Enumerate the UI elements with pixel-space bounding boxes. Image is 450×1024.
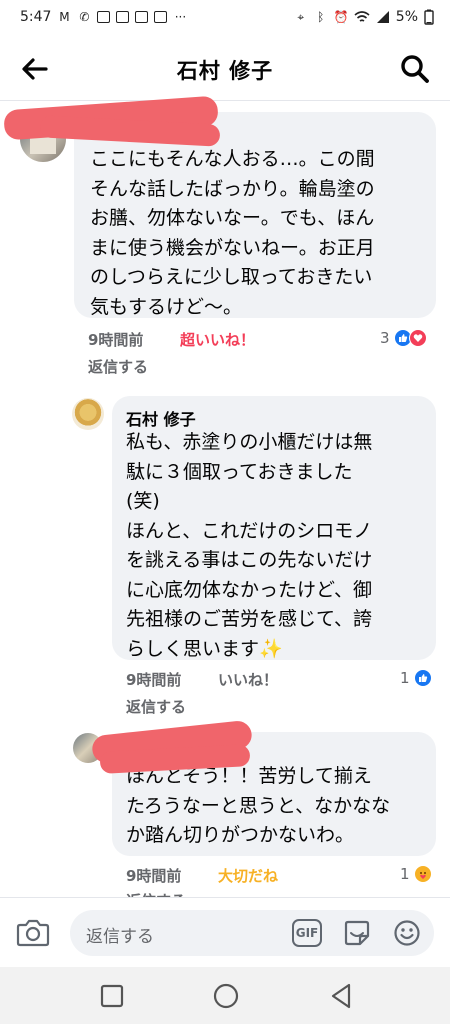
comment-text: ここにもそんな人おる…。この間 そんな話したばっかり。輪島塗の お膳、勿体ないな… bbox=[90, 148, 375, 318]
battery-icon bbox=[424, 9, 434, 25]
reaction-summary-2[interactable]: 1 bbox=[400, 669, 432, 687]
emoji-icon[interactable] bbox=[392, 918, 422, 948]
care-reaction-button[interactable]: 大切だね bbox=[218, 865, 278, 886]
page-title: 石村 修子 bbox=[176, 59, 274, 83]
missed-call-icon: ✆ bbox=[79, 10, 90, 24]
more-notifications-icon: ··· bbox=[174, 10, 187, 24]
author-avatar[interactable] bbox=[72, 398, 104, 430]
search-icon[interactable] bbox=[398, 52, 432, 86]
alarm-icon: ⏰ bbox=[333, 10, 349, 24]
status-bar: 5:47 M ✆ ··· ⌖ ᛒ ⏰ 5% bbox=[0, 0, 450, 34]
love-icon bbox=[408, 329, 427, 347]
gif-icon[interactable]: GIF bbox=[292, 919, 322, 947]
system-nav-bar bbox=[0, 967, 450, 1024]
care-icon bbox=[413, 865, 432, 883]
reply-link[interactable]: 返信する bbox=[88, 356, 148, 377]
reaction-count-2: 1 bbox=[400, 669, 410, 687]
wifi-icon bbox=[354, 11, 370, 22]
reply-link-3[interactable]: 返信する bbox=[126, 890, 186, 897]
header-divider bbox=[0, 100, 450, 101]
gmail-icon: M bbox=[59, 10, 70, 24]
shield-icon bbox=[97, 11, 111, 23]
sticker-icon[interactable] bbox=[342, 918, 372, 948]
reaction-summary-3[interactable]: 1 bbox=[400, 865, 432, 883]
reaction-summary[interactable]: 3 bbox=[380, 329, 427, 347]
reply-input-placeholder: 返信する bbox=[86, 927, 154, 947]
reaction-button[interactable]: 超いいね！ bbox=[180, 329, 255, 350]
like-icon-2 bbox=[413, 669, 432, 687]
app-header: 石村 修子 bbox=[0, 40, 450, 98]
reply-bubble: 石村 修子 私も、赤塗りの小櫃だけは無 駄に３個取っておきました (笑) ほんと… bbox=[112, 396, 436, 660]
camera-icon[interactable] bbox=[16, 917, 50, 947]
bluetooth-icon: ᛒ bbox=[317, 10, 325, 24]
notification-icon bbox=[154, 11, 168, 23]
reply-timestamp-2: 9時間前 bbox=[126, 867, 182, 885]
back-nav-icon[interactable] bbox=[326, 981, 356, 1011]
battery-percent: 5% bbox=[395, 9, 418, 25]
location-icon: ⌖ bbox=[297, 10, 305, 24]
comment-bubble: ここにもそんな人おる…。この間 そんな話したばっかり。輪島塗の お膳、勿体ないな… bbox=[74, 112, 436, 318]
signal-icon bbox=[376, 11, 389, 23]
reply-text-2: ほんとそう！！苦労して揃え たろうなーと思うと、なかなな か踏ん切りがつかないわ… bbox=[126, 765, 391, 846]
shield-icon-2 bbox=[135, 11, 149, 23]
like-button[interactable]: いいね！ bbox=[218, 669, 278, 690]
home-icon[interactable] bbox=[211, 981, 241, 1011]
reply-link-2[interactable]: 返信する bbox=[126, 696, 186, 717]
image-icon bbox=[116, 11, 130, 23]
reply-timestamp: 9時間前 bbox=[126, 671, 182, 689]
reaction-count: 3 bbox=[380, 329, 390, 347]
status-time: 5:47 bbox=[20, 9, 52, 25]
reply-text: 私も、赤塗りの小櫃だけは無 駄に３個取っておきました (笑) ほんと、これだけの… bbox=[126, 431, 373, 660]
reaction-count-3: 1 bbox=[400, 865, 410, 883]
reply-composer: 返信する GIF bbox=[0, 897, 450, 967]
comment-timestamp: 9時間前 bbox=[88, 331, 144, 349]
reply-input[interactable]: 返信する GIF bbox=[70, 910, 434, 956]
recent-apps-icon[interactable] bbox=[97, 981, 127, 1011]
reply-author[interactable]: 石村 修子 bbox=[126, 406, 196, 430]
